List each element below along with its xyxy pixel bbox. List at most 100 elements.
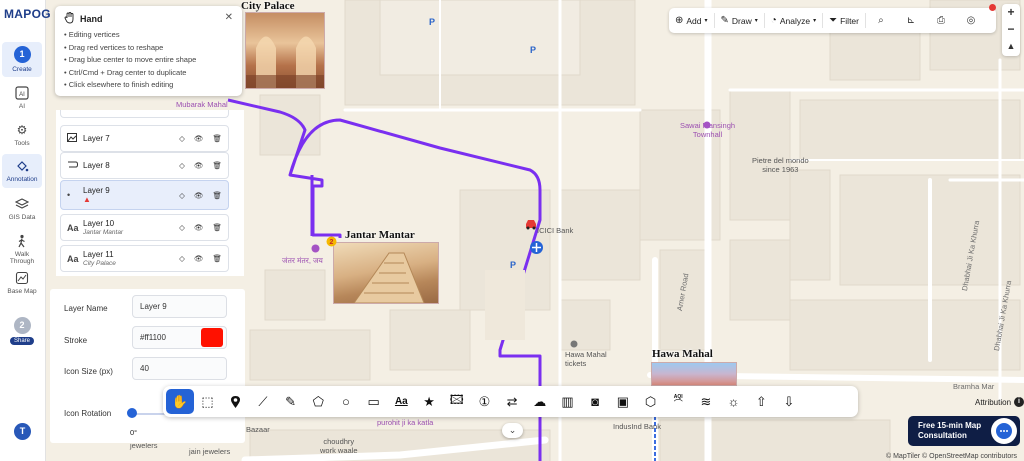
trash-icon[interactable]: 🗑: [212, 161, 222, 170]
aqi-icon[interactable]: AQI ⌒: [664, 389, 692, 414]
top-toolbar: ⊕ Add ▾ ✎ Draw ▾ ◔ Analyze ▾ ⏷ Filter ⌕ …: [669, 8, 996, 33]
chat-icon[interactable]: [991, 418, 1017, 444]
diamond-icon[interactable]: ◇: [179, 254, 185, 263]
search-icon[interactable]: ⌕: [866, 15, 896, 26]
diamond-icon[interactable]: ◇: [179, 161, 185, 170]
zoom-out-button[interactable]: −: [1002, 21, 1020, 38]
sidebar-item-tools[interactable]: ⚙ Tools: [2, 123, 42, 147]
diamond-icon[interactable]: ◇: [179, 223, 185, 232]
road-label: Bramha Mar: [953, 382, 995, 391]
photo-icon[interactable]: ▣: [609, 389, 637, 414]
line-icon[interactable]: ⟋: [249, 389, 277, 414]
drag-handle-icon[interactable]: •: [67, 190, 79, 200]
weather-icon[interactable]: ☼: [720, 389, 748, 414]
close-icon[interactable]: ✕: [225, 12, 233, 23]
diamond-icon[interactable]: ◇: [179, 134, 185, 143]
pen-icon[interactable]: ✎: [277, 389, 305, 414]
layer-subtitle: City Palace: [83, 259, 116, 267]
pin-icon[interactable]: [221, 389, 249, 414]
layer-row-partial[interactable]: [60, 110, 229, 118]
layer-row[interactable]: Layer 7 ◇ 👁 🗑: [60, 125, 229, 152]
layer-row[interactable]: Aa Layer 11 City Palace ◇ 👁 🗑: [60, 245, 229, 272]
layer-name: Layer 7: [83, 134, 110, 143]
add-button[interactable]: ⊕ Add ▾: [669, 15, 714, 26]
route-icon: [67, 160, 79, 171]
layer-name: Layer 10: [83, 218, 115, 228]
number-icon[interactable]: ①: [471, 389, 499, 414]
layer-name: Layer 11: [83, 249, 114, 259]
wind-icon[interactable]: ≋: [692, 389, 720, 414]
star-icon[interactable]: ★: [415, 389, 443, 414]
trash-icon[interactable]: 🗑: [212, 254, 222, 263]
car-icon[interactable]: [524, 218, 538, 230]
chevron-right-icon[interactable]: ›: [47, 9, 50, 20]
eye-icon[interactable]: 👁: [194, 191, 204, 200]
hawa-mahal-title: Hawa Mahal: [652, 348, 713, 360]
layer-name: Layer 8: [83, 161, 110, 170]
analyze-button[interactable]: ◔ Analyze ▾: [765, 15, 822, 26]
diamond-icon[interactable]: ◇: [179, 191, 185, 200]
sidebar-item-ai[interactable]: AI AI: [2, 86, 42, 110]
trash-icon[interactable]: 🗑: [212, 134, 222, 143]
jantar-mantar-photo[interactable]: [333, 242, 439, 304]
polygon-icon[interactable]: ⬠: [304, 389, 332, 414]
move-center-handle[interactable]: [529, 240, 544, 255]
stroke-color-swatch[interactable]: [201, 328, 223, 347]
layer-row[interactable]: Layer 8 ◇ 👁 🗑: [60, 152, 229, 179]
chevron-down-icon[interactable]: ⌄: [502, 423, 523, 438]
eye-icon[interactable]: 👁: [194, 161, 204, 170]
city-palace-photo[interactable]: [245, 12, 325, 89]
select-icon[interactable]: ⬚: [194, 389, 222, 414]
print-icon[interactable]: ⎙: [926, 15, 956, 26]
sidebar-item-label: Walk Through: [9, 251, 35, 265]
rotation-slider-handle[interactable]: [127, 408, 137, 418]
sidebar-item-label: Tools: [14, 140, 30, 147]
draw-button[interactable]: ✎ Draw ▾: [715, 15, 764, 26]
trash-icon[interactable]: 🗑: [212, 191, 222, 200]
parking-marker: P: [429, 17, 436, 27]
sidebar-item-annotation[interactable]: Annotation: [2, 154, 42, 188]
sidebar-item-create[interactable]: 1 Create: [2, 42, 42, 77]
svg-text:2: 2: [330, 239, 334, 246]
layer-name-field[interactable]: Layer 9: [132, 295, 227, 318]
hawa-mahal-photo[interactable]: [651, 362, 737, 386]
layer-row-selected[interactable]: • Layer 9 ▲ ◇ 👁 🗑: [60, 180, 229, 210]
draw-label: Draw: [731, 15, 752, 26]
attribution-button[interactable]: Attribution i: [975, 397, 1024, 407]
image-icon[interactable]: 🖾: [443, 389, 471, 414]
trash-icon[interactable]: 🗑: [212, 223, 222, 232]
filter-button[interactable]: ⏷ Filter: [823, 15, 865, 26]
locate-icon[interactable]: ◎: [956, 15, 986, 26]
upload-icon[interactable]: ⇧: [747, 389, 775, 414]
sidebar-item-gis-data[interactable]: GIS Data: [2, 197, 42, 221]
freehand-shape-icon[interactable]: ☁: [526, 389, 554, 414]
add-circle-icon: ⊕: [675, 15, 684, 26]
number-marker-icon[interactable]: 2: [326, 236, 337, 247]
hand-icon: [64, 12, 75, 26]
icon-size-field[interactable]: 40: [132, 357, 227, 380]
city-palace-title: City Palace: [241, 0, 295, 12]
circle-icon[interactable]: ○: [332, 389, 360, 414]
app-logo[interactable]: MAPOG: [4, 7, 51, 21]
camera-icon[interactable]: ◙: [581, 389, 609, 414]
sidebar-item-walk-through[interactable]: Walk Through: [2, 234, 42, 265]
sidebar-item-base-map[interactable]: Base Map: [2, 271, 42, 295]
eye-icon[interactable]: 👁: [194, 223, 204, 232]
download-icon[interactable]: ⇩: [775, 389, 803, 414]
rectangle-icon[interactable]: ▭: [360, 389, 388, 414]
compass-icon[interactable]: ▲: [1002, 38, 1020, 55]
eye-icon[interactable]: 👁: [194, 254, 204, 263]
add-label: Add: [686, 15, 702, 26]
eye-icon[interactable]: 👁: [194, 134, 204, 143]
layer-row[interactable]: Aa Layer 10 Jantar Mantar ◇ 👁 🗑: [60, 214, 229, 241]
cube-icon[interactable]: ⬡: [637, 389, 665, 414]
hand-icon[interactable]: ✋: [166, 389, 194, 414]
zoom-in-button[interactable]: +: [1002, 4, 1020, 21]
sidebar-item-label: Create: [12, 66, 32, 73]
building-icon[interactable]: ▥: [554, 389, 582, 414]
sidebar-item-share[interactable]: 2 Share: [2, 317, 42, 345]
avatar[interactable]: T: [14, 423, 31, 440]
measure-icon[interactable]: ⊾: [896, 15, 926, 26]
text-icon[interactable]: Aa: [388, 389, 416, 414]
route-icon[interactable]: ⇄: [498, 389, 526, 414]
